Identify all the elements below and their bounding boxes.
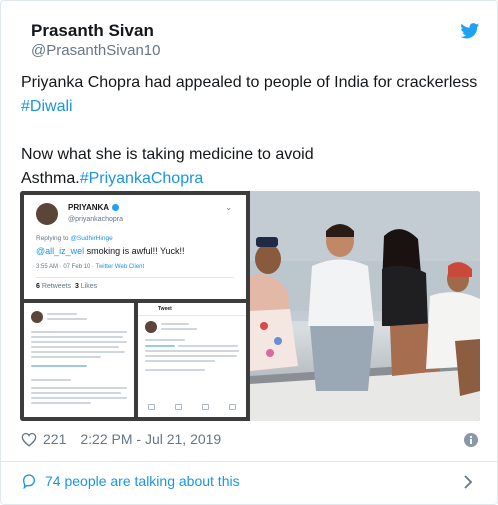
mini-avatar [31, 311, 43, 323]
embedded-date: 3:55 AM · 07 Feb 10 · Twitter Web Client [36, 264, 145, 270]
timestamp[interactable]: 2:22 PM - Jul 21, 2019 [80, 431, 221, 447]
embedded-handle: @priyankachopra [68, 216, 123, 223]
mini-action-icons [148, 404, 236, 410]
tweet-text: Priyanka Chopra had appealed to people o… [21, 71, 486, 191]
embedded-replying: Replying to @SudhirHinge [36, 235, 113, 242]
twitter-bird-icon[interactable] [460, 23, 480, 39]
embedded-tweet-panel: PRIYANKA @priyankachopra ⌄ Replying to @… [24, 195, 246, 299]
verified-badge-icon [112, 204, 120, 211]
author-name[interactable]: Prasanth Sivan [31, 21, 154, 41]
tweet-text-line1: Priyanka Chopra had appealed to people o… [21, 74, 478, 91]
heart-icon[interactable] [21, 432, 37, 447]
screenshot-collage-image[interactable]: PRIYANKA @priyankachopra ⌄ Replying to @… [20, 191, 250, 421]
embedded-name: PRIYANKA [68, 203, 120, 212]
speech-bubble-icon [22, 474, 36, 489]
embedded-avatar [36, 203, 58, 225]
mini-avatar [145, 321, 157, 333]
conversation-link[interactable]: 74 people are talking about this [21, 473, 240, 489]
divider [1, 461, 497, 462]
embedded-tweet-long-panel [24, 303, 134, 417]
author-handle[interactable]: @PrasanthSivan10 [31, 42, 160, 59]
tweet-media[interactable]: PRIYANKA @priyankachopra ⌄ Replying to @… [20, 191, 480, 421]
chevron-right-icon[interactable] [463, 475, 473, 489]
tweet-text-line2: Now what she is taking medicine to avoid [21, 146, 314, 163]
yacht-photo-image[interactable] [250, 191, 480, 421]
embedded-body: @all_iz_wel smoking is awful!! Yuck!! [36, 246, 185, 256]
tweet-card: Prasanth Sivan @PrasanthSivan10 Priyanka… [0, 0, 498, 505]
conversation-count[interactable]: 74 people are talking about this [45, 473, 240, 489]
info-icon[interactable] [464, 433, 478, 447]
hashtag-diwali[interactable]: #Diwali [21, 98, 73, 115]
embedded-reply-panel: Tweet [138, 303, 246, 417]
tweet-text-line3: Asthma. [21, 170, 80, 187]
embedded-stats: 6 Retweets 3 Likes [36, 283, 98, 290]
like-count[interactable]: 221 [43, 431, 66, 447]
chevron-down-icon: ⌄ [225, 203, 232, 212]
tweet-meta: 221 2:22 PM - Jul 21, 2019 [21, 431, 221, 447]
hashtag-priyankachopra[interactable]: #PriyankaChopra [80, 170, 204, 187]
